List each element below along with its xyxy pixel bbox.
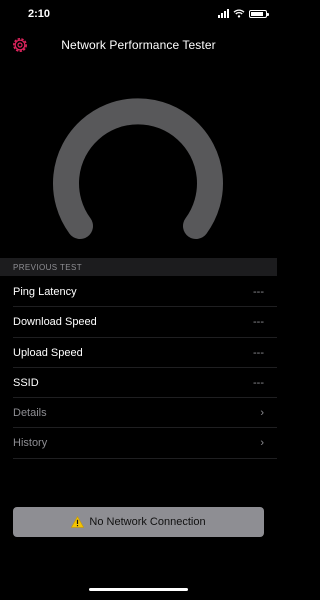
page-title: Network Performance Tester	[61, 38, 216, 52]
chevron-right-icon: ›	[260, 407, 264, 420]
result-label: Ping Latency	[13, 286, 77, 298]
result-row-ping: Ping Latency ---	[13, 277, 277, 308]
details-label: Details	[13, 407, 47, 420]
signal-icon	[218, 9, 229, 18]
result-row-upload: Upload Speed ---	[13, 338, 277, 368]
battery-icon	[249, 9, 269, 18]
section-header-label: PREVIOUS TEST	[13, 263, 83, 272]
nav-bar: Network Performance Tester	[0, 28, 277, 60]
results-list: Ping Latency --- Download Speed --- Uplo…	[0, 277, 277, 459]
status-bar: 2:10	[0, 0, 277, 28]
status-icons	[218, 9, 269, 18]
history-link[interactable]: History ›	[13, 428, 277, 459]
connection-status-label: No Network Connection	[89, 516, 206, 528]
result-value: ---	[253, 346, 264, 359]
result-value: ---	[253, 286, 264, 298]
warning-icon	[71, 516, 85, 528]
result-label: SSID	[13, 376, 39, 389]
result-row-ssid: SSID ---	[13, 368, 277, 399]
status-time: 2:10	[28, 8, 51, 20]
chevron-right-icon: ›	[260, 437, 264, 450]
result-label: Download Speed	[13, 316, 97, 329]
speed-gauge	[53, 98, 223, 239]
section-header: PREVIOUS TEST	[0, 258, 277, 276]
wifi-icon	[233, 9, 245, 18]
result-label: Upload Speed	[13, 346, 83, 359]
result-value: ---	[253, 376, 264, 389]
history-label: History	[13, 437, 48, 450]
connection-status-button[interactable]: No Network Connection	[13, 507, 264, 537]
result-row-download: Download Speed ---	[13, 307, 277, 338]
home-indicator[interactable]	[89, 588, 188, 591]
result-value: ---	[253, 316, 264, 329]
details-link[interactable]: Details ›	[13, 398, 277, 429]
